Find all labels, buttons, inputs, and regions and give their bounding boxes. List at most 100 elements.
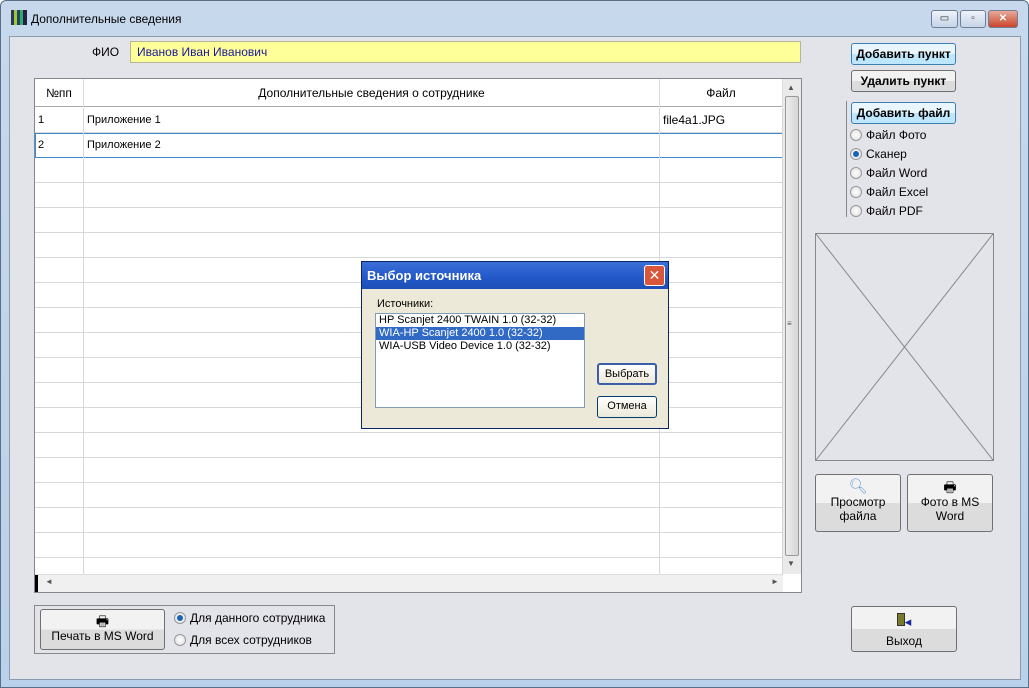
cell-info[interactable] bbox=[84, 533, 660, 558]
cell-num[interactable] bbox=[35, 258, 84, 283]
radio-button-icon[interactable] bbox=[850, 129, 862, 141]
cell-file[interactable] bbox=[660, 133, 783, 158]
minimize-button[interactable]: ▭ bbox=[931, 10, 958, 28]
cell-file[interactable] bbox=[660, 383, 783, 408]
cell-num[interactable] bbox=[35, 283, 84, 308]
cell-num[interactable] bbox=[35, 308, 84, 333]
radio-file-type-4[interactable]: Файл PDF bbox=[850, 204, 923, 218]
radio-label: Файл Excel bbox=[866, 185, 929, 199]
cell-num[interactable] bbox=[35, 183, 84, 208]
cell-info[interactable]: Приложение 1 bbox=[84, 108, 660, 133]
add-file-label: Добавить файл bbox=[856, 106, 951, 120]
cell-num[interactable] bbox=[35, 358, 84, 383]
cell-file[interactable] bbox=[660, 458, 783, 483]
delete-item-button[interactable]: Удалить пункт bbox=[851, 70, 956, 92]
table-row[interactable]: 2 Приложение 2 bbox=[35, 133, 783, 158]
cell-file[interactable] bbox=[660, 508, 783, 533]
cell-num[interactable] bbox=[35, 233, 84, 258]
cell-num[interactable] bbox=[35, 533, 84, 558]
cell-info[interactable] bbox=[84, 208, 660, 233]
table-row[interactable] bbox=[35, 208, 783, 233]
radio-label: Сканер bbox=[866, 147, 907, 161]
radio-file-type-2[interactable]: Файл Word bbox=[850, 166, 927, 180]
source-item[interactable]: WIA-USB Video Device 1.0 (32-32) bbox=[376, 340, 584, 353]
cell-file[interactable] bbox=[660, 183, 783, 208]
cell-file[interactable] bbox=[660, 308, 783, 333]
photo-word-label: Фото в MS Word bbox=[920, 495, 980, 523]
cell-num[interactable]: 2 bbox=[35, 133, 84, 158]
cell-file[interactable] bbox=[660, 358, 783, 383]
table-row[interactable] bbox=[35, 458, 783, 483]
cell-file[interactable] bbox=[660, 283, 783, 308]
view-file-button[interactable]: 🔍︎ Просмотр файла bbox=[815, 474, 901, 532]
cell-file[interactable] bbox=[660, 333, 783, 358]
radio-button-icon[interactable] bbox=[850, 205, 862, 217]
fio-field[interactable]: Иванов Иван Иванович bbox=[130, 41, 801, 63]
radio-file-type-3[interactable]: Файл Excel bbox=[850, 185, 928, 199]
cell-info[interactable]: Приложение 2 bbox=[84, 133, 660, 158]
table-row[interactable] bbox=[35, 483, 783, 508]
radio-file-type-1[interactable]: Сканер bbox=[850, 147, 907, 161]
exit-button[interactable]: ◂ Выход bbox=[851, 606, 957, 652]
cell-num[interactable] bbox=[35, 458, 84, 483]
table-row[interactable] bbox=[35, 183, 783, 208]
cell-file[interactable] bbox=[660, 258, 783, 283]
cell-file[interactable] bbox=[660, 208, 783, 233]
cell-num[interactable] bbox=[35, 383, 84, 408]
radio-button-icon[interactable] bbox=[850, 167, 862, 179]
radio-print-scope-0[interactable]: Для данного сотрудника bbox=[174, 611, 325, 625]
add-item-label: Добавить пункт bbox=[856, 47, 951, 61]
print-word-button[interactable]: 🖶 Печать в MS Word bbox=[40, 609, 165, 650]
cell-file[interactable] bbox=[660, 533, 783, 558]
radio-print-scope-1[interactable]: Для всех сотрудников bbox=[174, 633, 312, 647]
cell-info[interactable] bbox=[84, 233, 660, 258]
select-button[interactable]: Выбрать bbox=[597, 363, 657, 385]
add-file-button[interactable]: Добавить файл bbox=[851, 102, 956, 124]
table-row[interactable] bbox=[35, 533, 783, 558]
cell-file[interactable] bbox=[660, 233, 783, 258]
table-row[interactable] bbox=[35, 158, 783, 183]
cell-info[interactable] bbox=[84, 458, 660, 483]
sources-list[interactable]: HP Scanjet 2400 TWAIN 1.0 (32-32) WIA-HP … bbox=[375, 313, 585, 408]
table-row[interactable] bbox=[35, 233, 783, 258]
cell-file[interactable]: file4a1.JPG bbox=[660, 108, 783, 133]
col-info[interactable]: Дополнительные сведения о сотруднике bbox=[84, 79, 660, 107]
table-row[interactable] bbox=[35, 433, 783, 458]
cell-file[interactable] bbox=[660, 483, 783, 508]
close-button[interactable]: ✕ bbox=[988, 10, 1018, 28]
cell-info[interactable] bbox=[84, 183, 660, 208]
cell-file[interactable] bbox=[660, 158, 783, 183]
photo-word-button[interactable]: 🖶 Фото в MS Word bbox=[907, 474, 993, 532]
dialog-close-button[interactable]: ✕ bbox=[644, 265, 665, 286]
source-item[interactable]: HP Scanjet 2400 TWAIN 1.0 (32-32) bbox=[376, 314, 584, 327]
radio-file-type-0[interactable]: Файл Фото bbox=[850, 128, 926, 142]
cell-info[interactable] bbox=[84, 433, 660, 458]
radio-button-icon[interactable] bbox=[174, 612, 186, 624]
radio-button-icon[interactable] bbox=[174, 634, 186, 646]
cell-file[interactable] bbox=[660, 408, 783, 433]
cell-info[interactable] bbox=[84, 158, 660, 183]
horizontal-scrollbar[interactable]: ◄ ► bbox=[35, 574, 783, 592]
cell-num[interactable] bbox=[35, 158, 84, 183]
table-row[interactable] bbox=[35, 508, 783, 533]
maximize-button[interactable]: ▫ bbox=[960, 10, 986, 28]
cell-num[interactable] bbox=[35, 333, 84, 358]
cell-info[interactable] bbox=[84, 508, 660, 533]
vertical-scrollbar[interactable]: ▲ ≡ ▼ bbox=[783, 79, 801, 574]
radio-button-icon[interactable] bbox=[850, 186, 862, 198]
cell-num[interactable] bbox=[35, 483, 84, 508]
cell-info[interactable] bbox=[84, 483, 660, 508]
cell-num[interactable] bbox=[35, 508, 84, 533]
cell-file[interactable] bbox=[660, 433, 783, 458]
cell-num[interactable] bbox=[35, 408, 84, 433]
add-item-button[interactable]: Добавить пункт bbox=[851, 43, 956, 65]
radio-button-icon[interactable] bbox=[850, 148, 862, 160]
cell-num[interactable] bbox=[35, 433, 84, 458]
table-row[interactable]: 1 Приложение 1 file4a1.JPG bbox=[35, 108, 783, 133]
cell-num[interactable]: 1 bbox=[35, 108, 84, 133]
source-item[interactable]: WIA-HP Scanjet 2400 1.0 (32-32) bbox=[376, 327, 584, 340]
col-file[interactable]: Файл bbox=[660, 79, 783, 107]
cancel-button[interactable]: Отмена bbox=[597, 396, 657, 418]
cell-num[interactable] bbox=[35, 208, 84, 233]
col-num[interactable]: №пп bbox=[35, 79, 84, 107]
